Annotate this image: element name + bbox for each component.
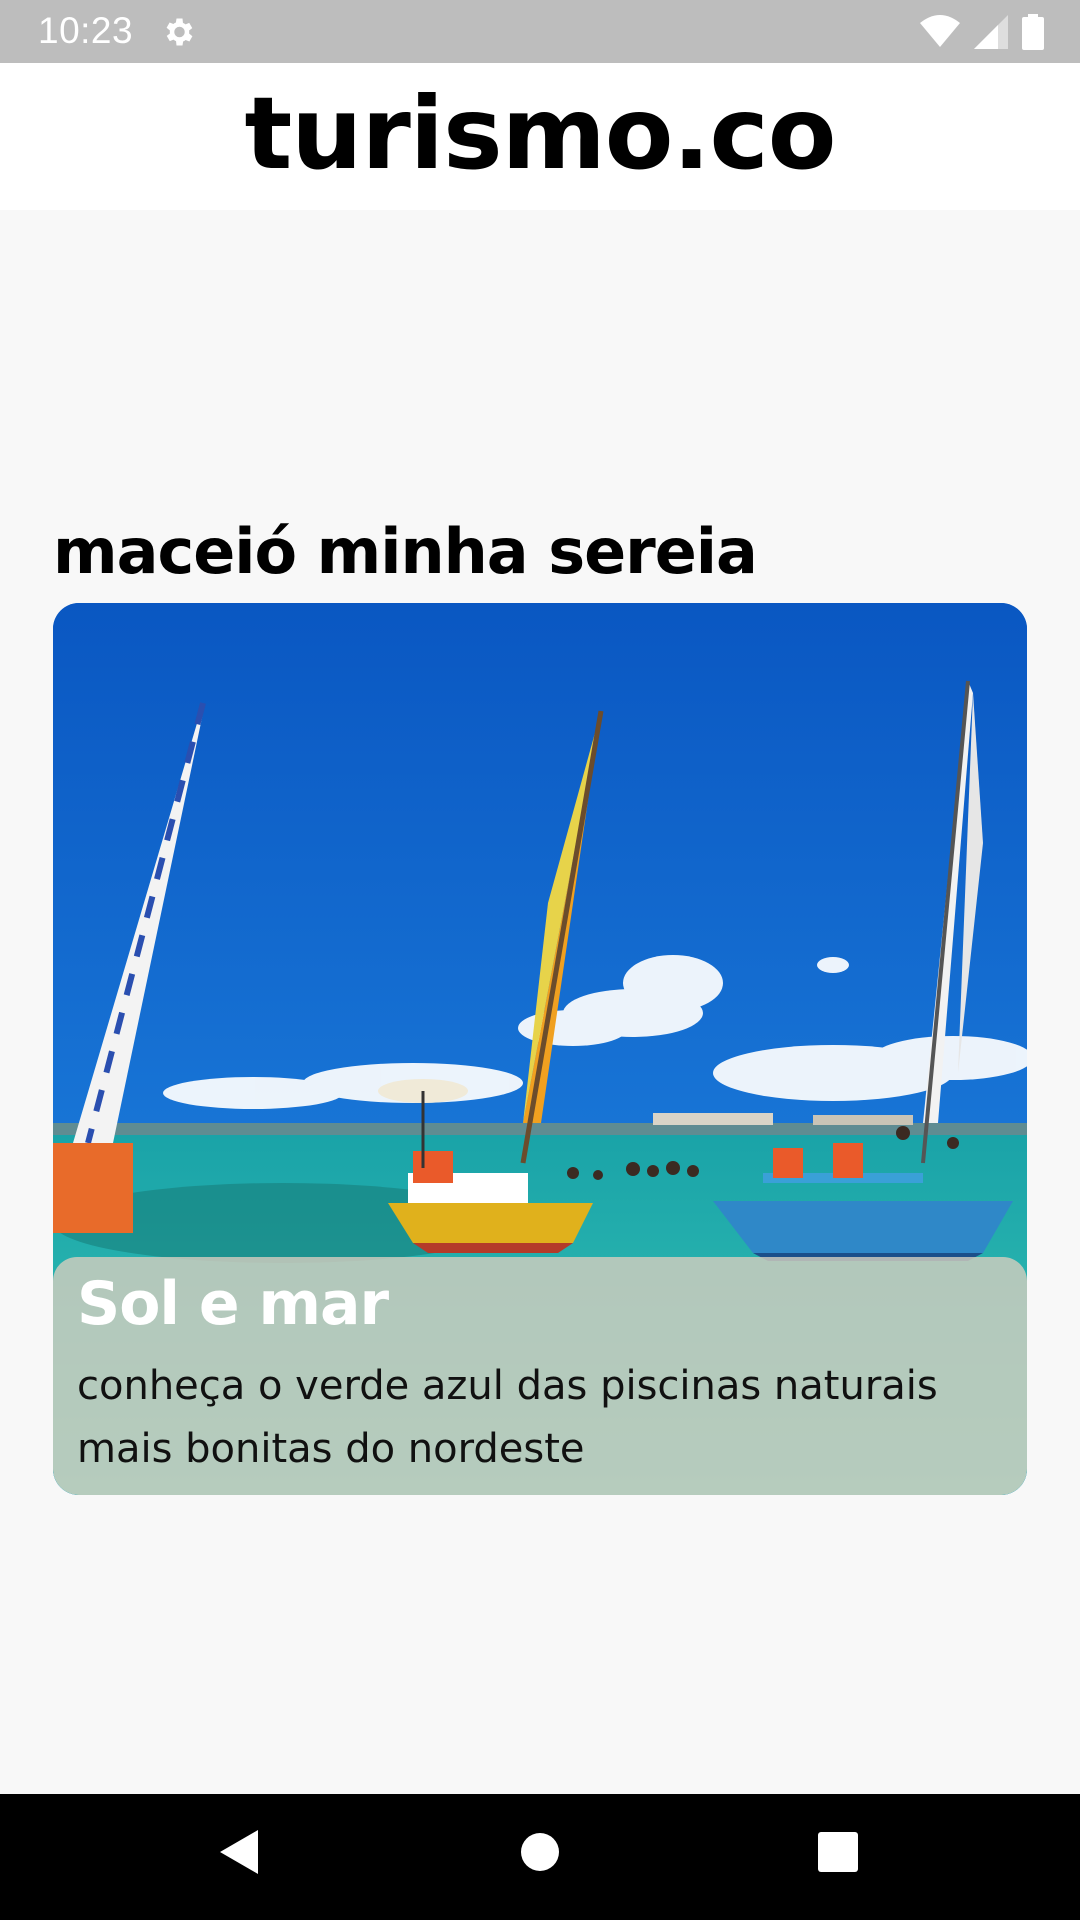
card-title: Sol e mar [77,1269,389,1339]
status-bar: 10:23 [0,0,1080,63]
navigation-bar [0,1794,1080,1920]
section-title: maceió minha sereia [53,515,758,588]
destination-card[interactable]: Sol e mar conheça o verde azul das pisci… [53,603,1027,1495]
gear-icon [166,18,193,46]
battery-icon [1022,14,1044,50]
wifi-icon [920,15,960,47]
home-icon[interactable] [520,1832,560,1872]
recents-icon[interactable] [818,1832,858,1872]
app-bar: turismo.co [0,63,1080,210]
signal-icon [974,15,1008,49]
status-icons [920,14,1044,50]
app-title: turismo.co [244,75,837,192]
card-description: conheça o verde azul das piscinas natura… [77,1363,938,1472]
card-caption: Sol e mar conheça o verde azul das pisci… [53,1257,1027,1495]
back-icon[interactable] [218,1828,260,1876]
status-time: 10:23 [38,10,134,51]
